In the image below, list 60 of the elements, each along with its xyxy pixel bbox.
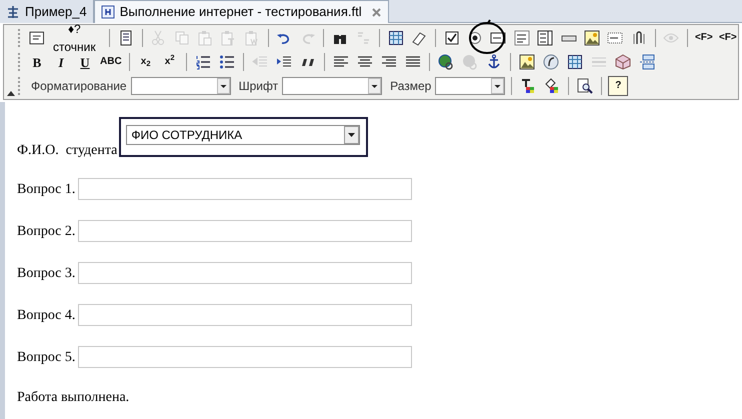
bullet-list-icon[interactable] <box>218 54 235 70</box>
globe-link-icon[interactable] <box>438 54 454 70</box>
help-button[interactable]: ? <box>608 76 628 96</box>
format-button[interactable]: x$_{2}$ <box>136 52 156 72</box>
field-label: Форматирование <box>31 78 127 95</box>
flash-icon[interactable] <box>542 54 559 70</box>
question-label: Вопрос 4. <box>17 306 76 324</box>
tab[interactable]: Пример_4 <box>0 0 94 23</box>
field-label: Размер <box>390 78 432 95</box>
image-icon[interactable] <box>584 30 600 46</box>
page-break-icon[interactable] <box>638 54 655 70</box>
employee-dropdown[interactable]: ФИО СОТРУДНИКА <box>126 125 360 145</box>
text-area-icon[interactable] <box>514 30 530 46</box>
caret-icon <box>344 126 360 144</box>
format-button[interactable]: B <box>27 52 47 72</box>
question-label: Вопрос 5. <box>17 348 76 366</box>
format-button[interactable]: I <box>51 52 71 72</box>
collapse-icon[interactable] <box>7 91 15 96</box>
answer-field[interactable] <box>78 304 412 326</box>
list-box-icon[interactable] <box>537 30 554 46</box>
caret-icon <box>216 78 230 94</box>
hidden-field-icon[interactable] <box>607 30 624 46</box>
text-color-icon[interactable] <box>520 78 536 94</box>
cube-icon[interactable] <box>614 54 631 70</box>
format-button[interactable]: x$^{2}$ <box>160 52 180 72</box>
caret-icon <box>491 78 504 94</box>
html-file-icon <box>100 5 115 19</box>
caret-icon <box>368 78 382 94</box>
format-button[interactable]: ABC <box>99 52 123 72</box>
fill-color-icon[interactable] <box>544 78 560 94</box>
completion-text: Работа выполнена. <box>17 389 130 407</box>
question-label: Вопрос 3. <box>17 264 76 282</box>
table-icon[interactable] <box>566 54 583 70</box>
tab[interactable]: Выполнение интернет - тестирования.ftl <box>94 0 389 23</box>
question-label: Вопрос 2. <box>17 222 76 240</box>
anchor-icon[interactable] <box>486 54 502 70</box>
question-label: Вопрос 1. <box>17 180 76 198</box>
close-icon[interactable] <box>370 6 382 18</box>
answer-field[interactable] <box>78 220 412 242</box>
tree-icon <box>6 4 20 18</box>
table-icon[interactable] <box>388 30 404 46</box>
answer-field[interactable] <box>78 178 412 200</box>
dropdown-field[interactable] <box>435 77 506 95</box>
answer-field[interactable] <box>78 262 412 284</box>
field-label: Ф.И.О. студента <box>17 142 118 160</box>
format-button[interactable]: <F> <box>694 28 714 48</box>
checkbox-icon[interactable] <box>444 30 460 46</box>
eraser-icon[interactable] <box>411 30 428 46</box>
format-button[interactable]: <F> <box>718 28 738 48</box>
field-label: Шрифт <box>238 78 278 95</box>
image-icon[interactable] <box>518 54 535 70</box>
dropdown-field[interactable] <box>282 77 382 95</box>
document-icon[interactable] <box>118 30 134 46</box>
numbered-list-icon[interactable] <box>194 54 211 70</box>
preview-icon[interactable] <box>577 78 594 94</box>
answer-field[interactable] <box>78 346 412 368</box>
annotation-circle-drawing <box>468 19 506 55</box>
form-icon <box>28 30 44 46</box>
dropdown-field[interactable] <box>130 77 231 95</box>
format-button[interactable]: U <box>75 52 95 72</box>
